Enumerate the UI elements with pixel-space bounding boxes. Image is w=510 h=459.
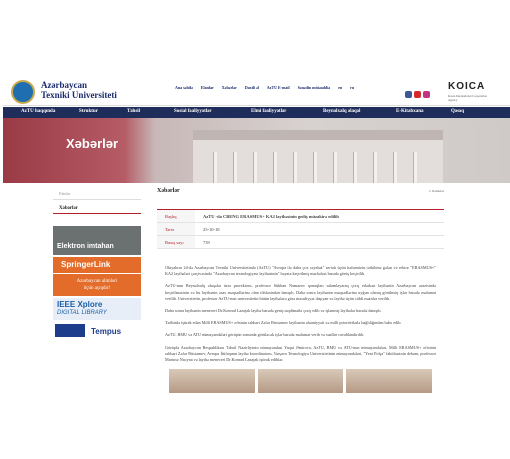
ad-ieee-title: IEEE Xplore	[57, 300, 103, 309]
eu-flag-icon	[55, 324, 85, 337]
sidebar-item-news[interactable]: Xəbərlər	[53, 200, 141, 214]
sidebar: Elanlar Xəbərlər Elektron imtahan Spring…	[53, 188, 141, 339]
ad-electronic-exam-label: Elektron imtahan	[57, 243, 114, 250]
koica-logo[interactable]: KOICA	[448, 81, 485, 92]
nav-item-about[interactable]: AzTU haqqında	[21, 109, 55, 114]
info-value: 739	[203, 239, 210, 245]
sidebar-item-announcements[interactable]: Elanlar	[53, 188, 141, 200]
nav-item-international[interactable]: Beynəlxalq əlaqəl	[323, 109, 360, 114]
article-paragraph: Tədbirdə iştirak edən Milli ERASMUS+ ofi…	[165, 320, 402, 326]
main-content: Xəbərlər ⌂ Xəbərlər Başlıq AzTU -da CBEN…	[157, 188, 444, 394]
ad-scientists-line2: üçün açıqdır!	[83, 286, 111, 291]
university-logo[interactable]	[11, 80, 35, 104]
nav-item-other[interactable]: Qəsəq	[451, 109, 464, 114]
top-link-home[interactable]: Ana səhifə	[175, 85, 193, 90]
university-name-line1: Azərbaycan	[41, 80, 87, 90]
nav-item-science[interactable]: Elmi fəaliyyətlər	[251, 109, 286, 114]
top-link-internal[interactable]: Daxili əl	[245, 85, 259, 90]
nav-item-structure[interactable]: Struktur	[79, 109, 98, 114]
ad-ieee-xplore[interactable]: IEEE Xplore DIGITAL LIBRARY	[53, 298, 141, 320]
info-key: Başlıq	[157, 210, 195, 222]
ad-tempus[interactable]: Tempus	[53, 323, 141, 339]
youtube-icon[interactable]	[414, 91, 421, 98]
lang-ru[interactable]: ru	[350, 85, 354, 90]
gallery-photo[interactable]	[257, 369, 344, 394]
info-key: Tarix	[157, 223, 195, 235]
info-key: Baxış sayı	[157, 236, 195, 248]
facebook-icon[interactable]	[405, 91, 412, 98]
nav-item-education[interactable]: Təhsil	[127, 109, 140, 114]
ad-scientists[interactable]: Azərbaycan alimləri üçün açıqdır!	[53, 274, 141, 296]
university-name[interactable]: Azərbaycan Texniki Universiteti	[41, 80, 117, 100]
nav-item-library[interactable]: E-Kitabxana	[396, 109, 424, 114]
news-info-table: Başlıq AzTU -da CBENG ERASMUS+ KA2 layih…	[157, 209, 444, 249]
building-image	[193, 130, 443, 183]
info-row-title: Başlıq AzTU -da CBENG ERASMUS+ KA2 layih…	[157, 210, 444, 223]
lang-en[interactable]: en	[338, 85, 342, 90]
article-paragraph: AzTU, BMU və ATU nümayəndələri görüşün s…	[165, 332, 365, 338]
gallery-photo[interactable]	[346, 369, 433, 394]
site-header: Azərbaycan Texniki Universiteti Ana səhi…	[3, 78, 510, 106]
article-paragraph: Oktyabrın 24-də Azərbaycan Texniki Unive…	[165, 265, 436, 277]
info-value: 25-10-18	[203, 226, 220, 232]
ad-scientists-line1: Azərbaycan alimləri	[76, 279, 118, 284]
top-links: Ana səhifə Elanlar Xəbərlər Daxili əl Az…	[175, 85, 361, 90]
photo-gallery	[169, 369, 433, 394]
info-row-views: Baxış sayı 739	[157, 236, 444, 249]
breadcrumb: ⌂ Xəbərlər	[428, 189, 444, 193]
top-link-documents[interactable]: Sənədin mütəaddiə	[298, 85, 331, 90]
nav-item-social[interactable]: Sosial fəaliyyətlər	[174, 109, 212, 114]
university-name-line2: Texniki Universiteti	[41, 90, 117, 100]
main-nav: AzTU haqqında Struktur Təhsil Sosial fəa…	[3, 107, 510, 118]
top-link-news[interactable]: Xəbərlər	[222, 85, 237, 90]
page-banner: Xəbərlər	[3, 118, 510, 183]
page-title: Xəbərlər	[157, 188, 180, 194]
info-row-date: Tarix 25-10-18	[157, 223, 444, 236]
article-body: Oktyabrın 24-də Azərbaycan Texniki Unive…	[157, 265, 444, 363]
ad-ieee-subtitle: DIGITAL LIBRARY	[57, 310, 107, 316]
article-paragraph: Daha sonra layihənin meneceri Dr.Konrad …	[165, 308, 382, 314]
info-value: AzTU -da CBENG ERASMUS+ KA2 layihəsinin …	[203, 213, 339, 219]
instagram-icon[interactable]	[423, 91, 430, 98]
top-blank-area	[0, 0, 510, 78]
koica-subtitle: Korea International Cooperation Agency	[448, 94, 487, 102]
ad-electronic-exam[interactable]: Elektron imtahan	[53, 226, 141, 255]
social-icons	[405, 85, 432, 103]
top-link-announcements[interactable]: Elanlar	[201, 85, 214, 90]
ad-tempus-label: Tempus	[91, 327, 122, 336]
banner-title: Xəbərlər	[66, 136, 119, 151]
ad-springerlink[interactable]: SpringerLink	[53, 257, 141, 273]
article-paragraph: Görüşdə Azərbaycan Respublikası Təhsil N…	[165, 344, 436, 363]
top-link-email[interactable]: AzTU E-mail	[267, 85, 290, 90]
article-paragraph: AzTU-nun Beynəlxalq əlaqələr üzrə prorek…	[165, 283, 436, 301]
breadcrumb-current[interactable]: Xəbərlər	[432, 189, 444, 193]
gallery-photo[interactable]	[169, 369, 255, 394]
